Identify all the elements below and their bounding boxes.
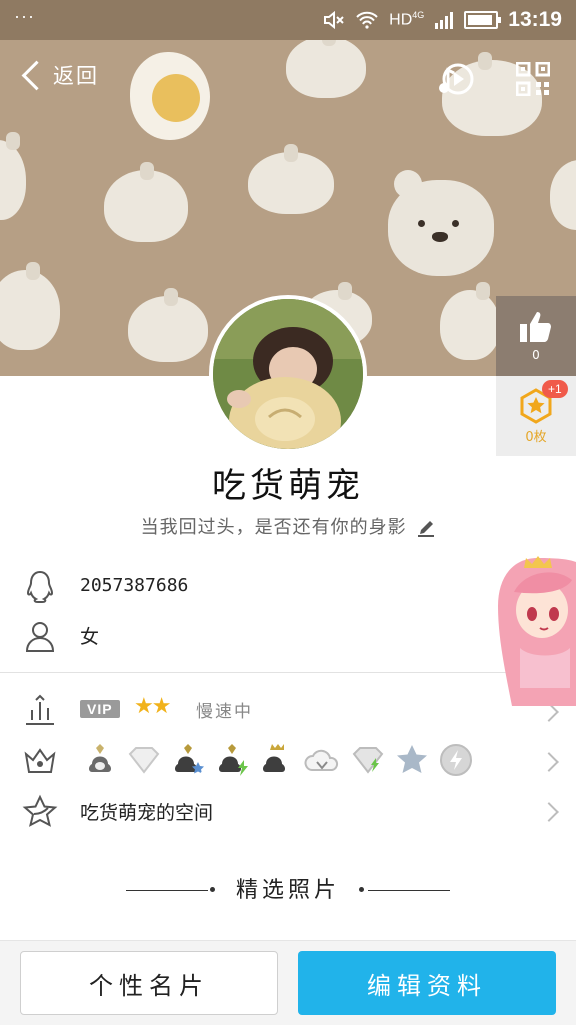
- bun-illustration: [0, 132, 26, 220]
- signal-icon: [435, 12, 454, 29]
- edit-profile-button[interactable]: 编辑资料: [298, 951, 556, 1015]
- crown-icon: [24, 748, 56, 773]
- status-right: HD4G 13:19: [323, 6, 562, 34]
- avatar-photo: [213, 299, 363, 449]
- bun-illustration: [0, 262, 60, 350]
- anime-girl-pendant[interactable]: [498, 552, 576, 710]
- vip-tag: VIP: [80, 700, 120, 718]
- badge-plus: +1: [542, 380, 568, 398]
- penguin-star-medal-icon: [175, 744, 204, 774]
- network-type: HD4G: [389, 10, 424, 29]
- gender-row: 女: [0, 610, 576, 660]
- bottom-action-bar: 个性名片 编辑资料: [0, 940, 576, 1025]
- battery-icon: [464, 11, 502, 29]
- signature-text: 当我回过头，是否还有你的身影: [140, 517, 407, 538]
- side-panel: 0 +1 0枚: [496, 296, 576, 456]
- like-button[interactable]: 0: [496, 296, 576, 376]
- penguin-crown-medal-icon: [263, 744, 285, 772]
- profile-card-button[interactable]: 个性名片: [20, 951, 278, 1015]
- qr-code-icon[interactable]: [516, 62, 550, 96]
- signature-row[interactable]: 当我回过头，是否还有你的身影: [0, 513, 576, 539]
- star-medal-icon: [397, 745, 427, 773]
- diamond-medal-icon: [128, 747, 160, 774]
- network-label: HD: [389, 11, 413, 29]
- back-chevron-icon: [21, 60, 52, 90]
- egg-illustration: [130, 52, 210, 140]
- mute-icon: [324, 10, 344, 30]
- back-label: 返回: [53, 64, 99, 88]
- back-button[interactable]: 返回: [18, 60, 99, 90]
- network-sub: 4G: [412, 10, 425, 21]
- penguin-icon: [26, 570, 54, 603]
- status-bar: ··· HD4G 13:19: [0, 0, 576, 40]
- like-count: 0: [532, 348, 540, 362]
- space-label: 吃货萌宠的空间: [80, 801, 214, 824]
- diamond-bolt-medal-icon: [352, 747, 384, 774]
- thumbs-up-icon: [520, 312, 551, 342]
- cloud-medal-icon: [304, 749, 339, 771]
- bun-illustration: [550, 160, 576, 230]
- gender: 女: [80, 625, 100, 648]
- lightning-medal-icon: [440, 744, 472, 776]
- bun-illustration: [104, 162, 188, 242]
- space-row[interactable]: 吃货萌宠的空间: [0, 786, 576, 836]
- badge-count: 0枚: [525, 429, 547, 445]
- header-line-right: [368, 890, 450, 891]
- vip-stars: ★★: [134, 694, 171, 719]
- qq-number-row[interactable]: 2057387686: [0, 560, 576, 610]
- section-divider: [0, 672, 576, 673]
- vip-speed: 慢速中: [196, 702, 253, 722]
- bun-illustration: [286, 40, 366, 98]
- status-menu-dots: ···: [14, 6, 35, 26]
- wifi-icon: [356, 11, 378, 29]
- penguin-bolt-medal-icon: [219, 744, 248, 776]
- featured-photos-header: 精选照片: [0, 872, 576, 912]
- penguin-medal-icon: [89, 744, 111, 772]
- edit-pen-icon[interactable]: [417, 519, 435, 537]
- bear-illustration: [388, 170, 494, 276]
- music-player-icon[interactable]: [436, 62, 476, 96]
- avatar[interactable]: [209, 295, 367, 453]
- badge-button[interactable]: +1 0枚: [496, 376, 576, 456]
- bun-illustration: [440, 282, 500, 360]
- star-outline-icon: [22, 794, 58, 827]
- person-icon: [25, 622, 55, 652]
- level-up-icon: [26, 694, 54, 725]
- status-time: 13:19: [508, 8, 562, 31]
- qq-number: 2057387686: [80, 574, 189, 596]
- featured-photos-title: 精选照片: [235, 878, 340, 903]
- bun-illustration: [128, 288, 208, 362]
- nickname: 吃货萌宠: [212, 466, 364, 506]
- header-dot-right: [359, 887, 364, 892]
- bun-illustration: [248, 144, 334, 214]
